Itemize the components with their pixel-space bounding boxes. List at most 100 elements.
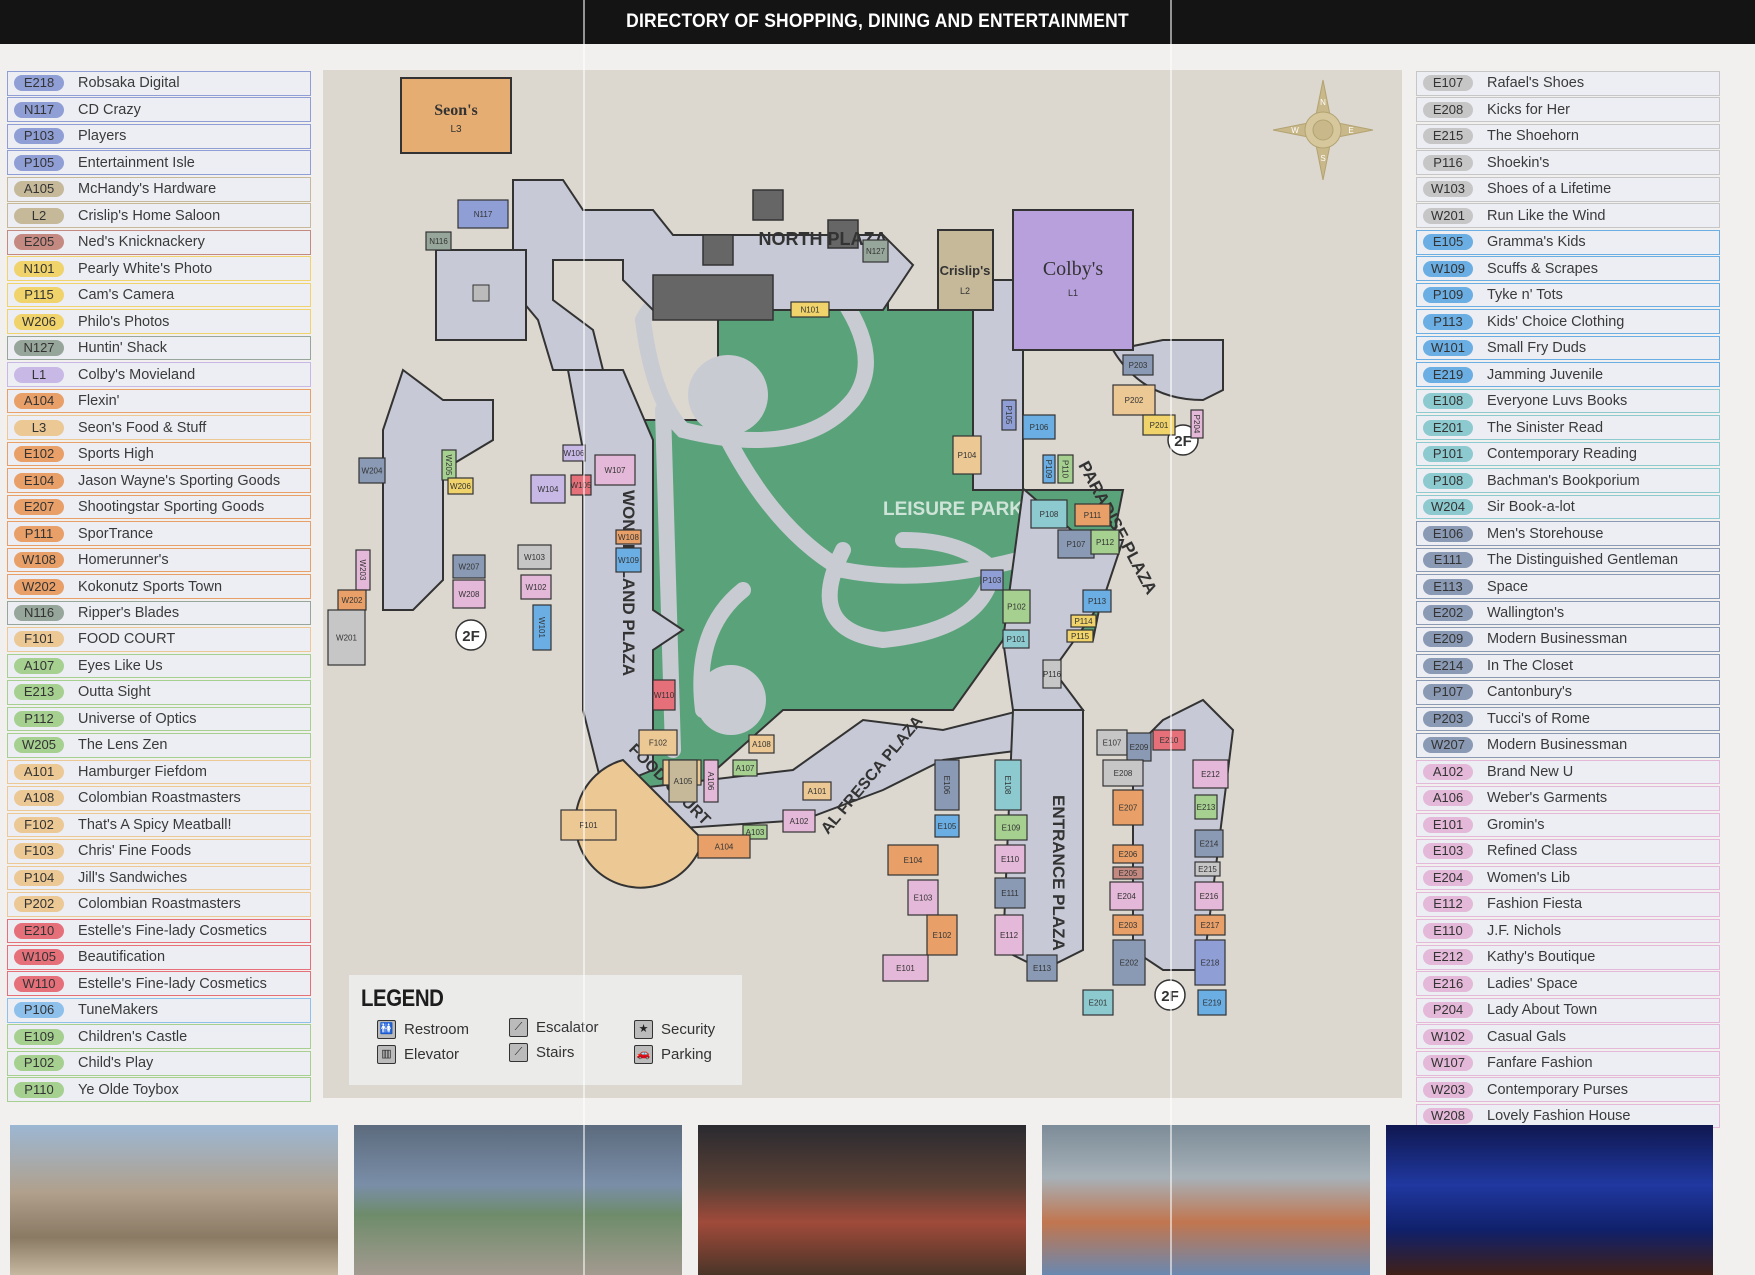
map-store-w106[interactable]: W106 — [562, 444, 586, 462]
map-store-e210[interactable]: E210 — [1152, 729, 1186, 751]
directory-entry[interactable]: W109 Scuffs & Scrapes — [1416, 256, 1720, 281]
directory-entry[interactable]: W203 Contemporary Purses — [1416, 1077, 1720, 1102]
map-store-p202[interactable]: P202 — [1112, 384, 1156, 416]
map-store-p102[interactable]: P102 — [1002, 589, 1031, 624]
directory-entry[interactable]: E105 Gramma's Kids — [1416, 229, 1720, 255]
directory-entry[interactable]: L3 Seon's Food & Stuff — [7, 415, 311, 440]
map-store-e219[interactable]: E219 — [1197, 989, 1227, 1016]
directory-entry[interactable]: E102 Sports High — [7, 441, 311, 467]
map-store-e203[interactable]: E203 — [1112, 914, 1144, 936]
directory-entry[interactable]: E212 Kathy's Boutique — [1416, 944, 1720, 970]
map-store-p105[interactable]: P105 — [1001, 399, 1017, 431]
directory-entry[interactable]: N116 Ripper's Blades — [7, 600, 311, 626]
map-store-e101[interactable]: E101 — [882, 954, 929, 982]
directory-entry[interactable]: E213 Outta Sight — [7, 680, 311, 705]
directory-entry[interactable]: E215 The Shoehorn — [1416, 123, 1720, 149]
directory-entry[interactable]: A108 Colombian Roastmasters — [7, 786, 311, 811]
map-store-p107[interactable]: P107 — [1057, 529, 1095, 559]
map-store-a106[interactable]: A106 — [703, 759, 719, 803]
directory-entry[interactable]: E110 J.F. Nichols — [1416, 918, 1720, 944]
map-store-a101[interactable]: A101 — [802, 781, 832, 801]
directory-entry[interactable]: E109 Children's Castle — [7, 1024, 311, 1050]
directory-entry[interactable]: W204 Sir Book-a-lot — [1416, 494, 1720, 520]
directory-entry[interactable]: P116 Shoekin's — [1416, 150, 1720, 176]
directory-entry[interactable]: E112 Fashion Fiesta — [1416, 892, 1720, 917]
map-store-e106[interactable]: E106 — [934, 759, 960, 811]
directory-entry[interactable]: W102 Casual Gals — [1416, 1024, 1720, 1050]
directory-entry[interactable]: P102 Child's Play — [7, 1050, 311, 1076]
map-store-p109[interactable]: P109 — [1042, 454, 1056, 484]
directory-entry[interactable]: W103 Shoes of a Lifetime — [1416, 176, 1720, 202]
directory-entry[interactable]: W205 The Lens Zen — [7, 733, 311, 758]
directory-entry[interactable]: E106 Men's Storehouse — [1416, 521, 1720, 546]
map-store-a105[interactable]: A105 — [668, 759, 698, 803]
map-store-e104[interactable]: E104 — [887, 844, 939, 876]
directory-entry[interactable]: E101 Gromin's — [1416, 812, 1720, 838]
map-store-e214[interactable]: E214 — [1194, 829, 1224, 858]
directory-entry[interactable]: A106 Weber's Garments — [1416, 786, 1720, 811]
map-store-e107[interactable]: E107 — [1096, 729, 1128, 756]
directory-entry[interactable]: W206 Philo's Photos — [7, 309, 311, 334]
directory-entry[interactable]: E205 Ned's Knicknackery — [7, 229, 311, 255]
map-store-w206[interactable]: W206 — [447, 477, 474, 495]
map-store-w207[interactable]: W207 — [452, 554, 486, 579]
map-store-p116[interactable]: P116 — [1042, 659, 1062, 689]
directory-entry[interactable]: P105 Entertainment Isle — [7, 150, 311, 176]
directory-entry[interactable]: E201 The Sinister Read — [1416, 415, 1720, 440]
map-store-e216[interactable]: E216 — [1194, 881, 1224, 911]
map-store-e208[interactable]: E208 — [1102, 759, 1144, 787]
map-store-e212[interactable]: E212 — [1192, 759, 1229, 789]
map-store-e207[interactable]: E207 — [1112, 789, 1144, 826]
directory-entry[interactable]: F102 That's A Spicy Meatball! — [7, 812, 311, 838]
map-store-e201[interactable]: E201 — [1082, 989, 1114, 1016]
map-store-e110[interactable]: E110 — [994, 844, 1026, 874]
directory-entry[interactable]: A101 Hamburger Fiefdom — [7, 759, 311, 785]
map-store-n117[interactable]: N117 — [457, 199, 509, 229]
map-store-e113[interactable]: E113 — [1026, 954, 1058, 982]
map-store-p101[interactable]: P101 — [1002, 629, 1030, 649]
directory-entry[interactable]: W107 Fanfare Fashion — [1416, 1050, 1720, 1076]
directory-entry[interactable]: P112 Universe of Optics — [7, 706, 311, 732]
directory-entry[interactable]: E103 Refined Class — [1416, 839, 1720, 864]
directory-entry[interactable]: E111 The Distinguished Gentleman — [1416, 547, 1720, 573]
directory-entry[interactable]: E218 Robsaka Digital — [7, 71, 311, 96]
map-store-p104[interactable]: P104 — [952, 435, 982, 475]
directory-entry[interactable]: P101 Contemporary Reading — [1416, 441, 1720, 467]
map-store-p108[interactable]: P108 — [1030, 499, 1068, 529]
map-store-w204[interactable]: W204 — [358, 457, 386, 484]
directory-entry[interactable]: E202 Wallington's — [1416, 600, 1720, 626]
directory-entry[interactable]: P104 Jill's Sandwiches — [7, 865, 311, 891]
directory-entry[interactable]: N101 Pearly White's Photo — [7, 256, 311, 281]
map-store-p114[interactable]: P114 — [1070, 614, 1097, 628]
map-store-e105[interactable]: E105 — [934, 814, 960, 838]
directory-entry[interactable]: L2 Crislip's Home Saloon — [7, 203, 311, 229]
map-store-w105[interactable]: W105 — [570, 474, 592, 496]
directory-entry[interactable]: A102 Brand New U — [1416, 759, 1720, 785]
directory-entry[interactable]: L1 Colby's Movieland — [7, 362, 311, 387]
map-store-n116[interactable]: N116 — [425, 231, 452, 251]
directory-entry[interactable]: E113 Space — [1416, 574, 1720, 599]
map-store-w108[interactable]: W108 — [615, 529, 642, 545]
directory-entry[interactable]: P203 Tucci's of Rome — [1416, 706, 1720, 732]
map-store-a108[interactable]: A108 — [748, 734, 775, 754]
map-store-w205[interactable]: W205 — [441, 449, 457, 481]
map-store-w103[interactable]: W103 — [517, 544, 552, 570]
directory-entry[interactable]: E108 Everyone Luvs Books — [1416, 388, 1720, 414]
directory-entry[interactable]: P115 Cam's Camera — [7, 282, 311, 308]
directory-entry[interactable]: W105 Beautification — [7, 944, 311, 970]
map-store-w107[interactable]: W107 — [594, 454, 636, 486]
map-store-e205[interactable]: E205 — [1112, 866, 1144, 880]
map-store-w101[interactable]: W101 — [532, 604, 552, 651]
map-store-n101[interactable]: N101 — [790, 301, 830, 318]
directory-entry[interactable]: P109 Tyke n' Tots — [1416, 282, 1720, 308]
map-store-f102[interactable]: F102 — [638, 729, 678, 756]
map-store-e108[interactable]: E108 — [994, 759, 1022, 811]
map-store-e213[interactable]: E213 — [1194, 794, 1218, 820]
directory-entry[interactable]: A107 Eyes Like Us — [7, 653, 311, 679]
directory-entry[interactable]: P110 Ye Olde Toybox — [7, 1077, 311, 1102]
directory-entry[interactable]: P103 Players — [7, 123, 311, 149]
map-store-w203[interactable]: W203 — [355, 549, 371, 591]
directory-entry[interactable]: E219 Jamming Juvenile — [1416, 362, 1720, 387]
map-store-e112[interactable]: E112 — [994, 914, 1024, 956]
map-store-e215[interactable]: E215 — [1194, 861, 1221, 877]
